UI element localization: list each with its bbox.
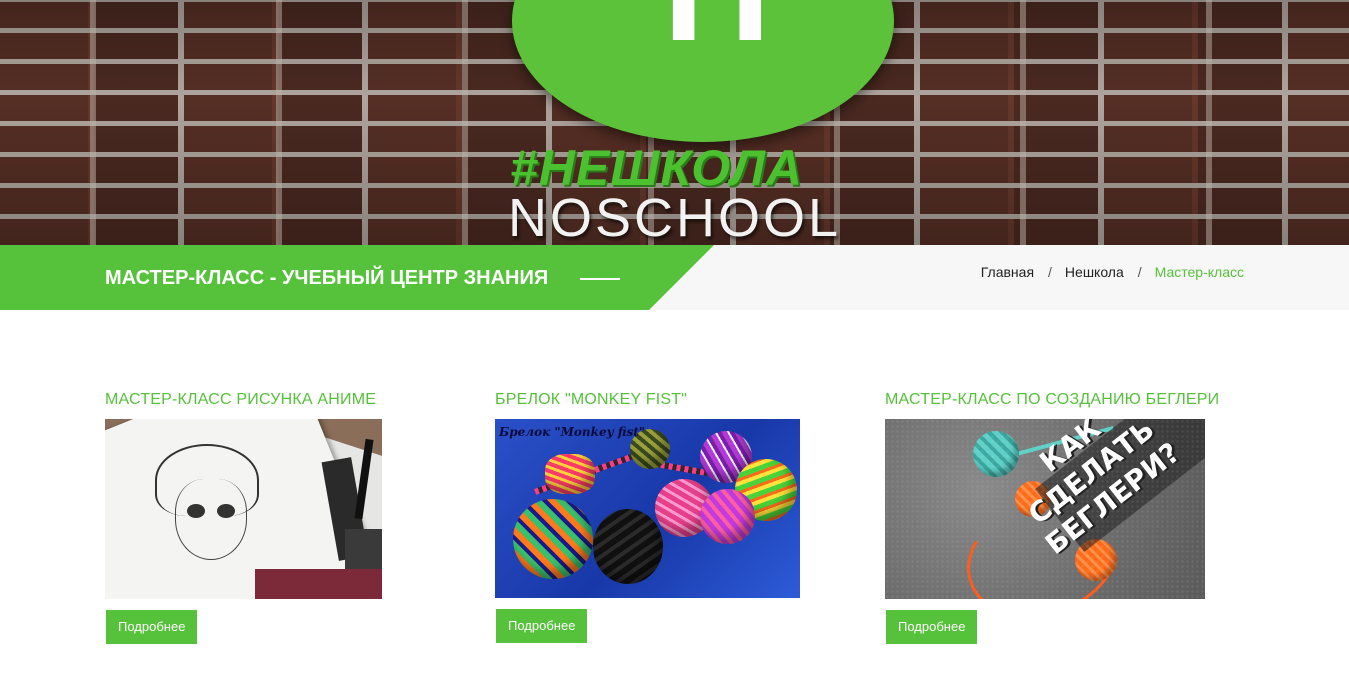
- noschool-logo-letter: Н: [632, 0, 802, 80]
- page-title-bar: МАСТЕР-КЛАСС - УЧЕБНЫЙ ЦЕНТР ЗНАНИЯ Глав…: [0, 245, 1349, 310]
- hero-banner: Н #НЕШКОЛА NOSCHOOL: [0, 0, 1349, 245]
- sketch-face: [175, 479, 247, 560]
- breadcrumb-home[interactable]: Главная: [981, 264, 1034, 280]
- paracord-ball: [700, 489, 755, 544]
- hero-brand: NOSCHOOL: [508, 188, 842, 245]
- details-button[interactable]: Подробнее: [886, 610, 978, 644]
- breadcrumb: Главная / Нешкола / Мастер-класс: [981, 262, 1244, 282]
- card-monkey-fist: БРЕЛОК "MONKEY FIST" Брелок "Monkey fist…: [495, 388, 800, 643]
- paracord-ball: [513, 499, 593, 579]
- sketch-eye: [187, 504, 205, 518]
- paracord-ball: [545, 454, 595, 494]
- card-title-link[interactable]: МАСТЕР-КЛАСС ПО СОЗДАНИЮ БЕГЛЕРИ: [885, 388, 1219, 412]
- image-label: Брелок "Monkey fist": [499, 425, 646, 439]
- card-image-anime[interactable]: [105, 419, 382, 599]
- paracord-ball: [593, 509, 663, 584]
- card-begleri: МАСТЕР-КЛАСС ПО СОЗДАНИЮ БЕГЛЕРИ КАК СДЕ…: [885, 388, 1219, 644]
- card-title-link[interactable]: БРЕЛОК "MONKEY FIST": [495, 388, 800, 412]
- breadcrumb-separator: /: [1137, 264, 1142, 280]
- sketch-eye: [217, 504, 235, 518]
- details-button[interactable]: Подробнее: [106, 610, 198, 644]
- card-image-begleri[interactable]: КАК СДЕЛАТЬ БЕГЛЕРИ?: [885, 419, 1205, 599]
- image-caption: КАК СДЕЛАТЬ БЕГЛЕРИ?: [1021, 419, 1187, 561]
- page-title: МАСТЕР-КЛАСС - УЧЕБНЫЙ ЦЕНТР ЗНАНИЯ: [105, 267, 549, 289]
- title-decor-line: [580, 278, 620, 280]
- card-anime-drawing: МАСТЕР-КЛАСС РИСУНКА АНИМЕ Подробнее: [105, 388, 382, 644]
- breadcrumb-noschool[interactable]: Нешкола: [1065, 264, 1124, 280]
- card-title-link[interactable]: МАСТЕР-КЛАСС РИСУНКА АНИМЕ: [105, 388, 382, 412]
- fabric: [255, 569, 382, 599]
- breadcrumb-separator: /: [1048, 264, 1052, 280]
- details-button[interactable]: Подробнее: [496, 609, 588, 643]
- breadcrumb-current: Мастер-класс: [1154, 264, 1244, 280]
- card-image-monkey-fist[interactable]: Брелок "Monkey fist": [495, 419, 800, 598]
